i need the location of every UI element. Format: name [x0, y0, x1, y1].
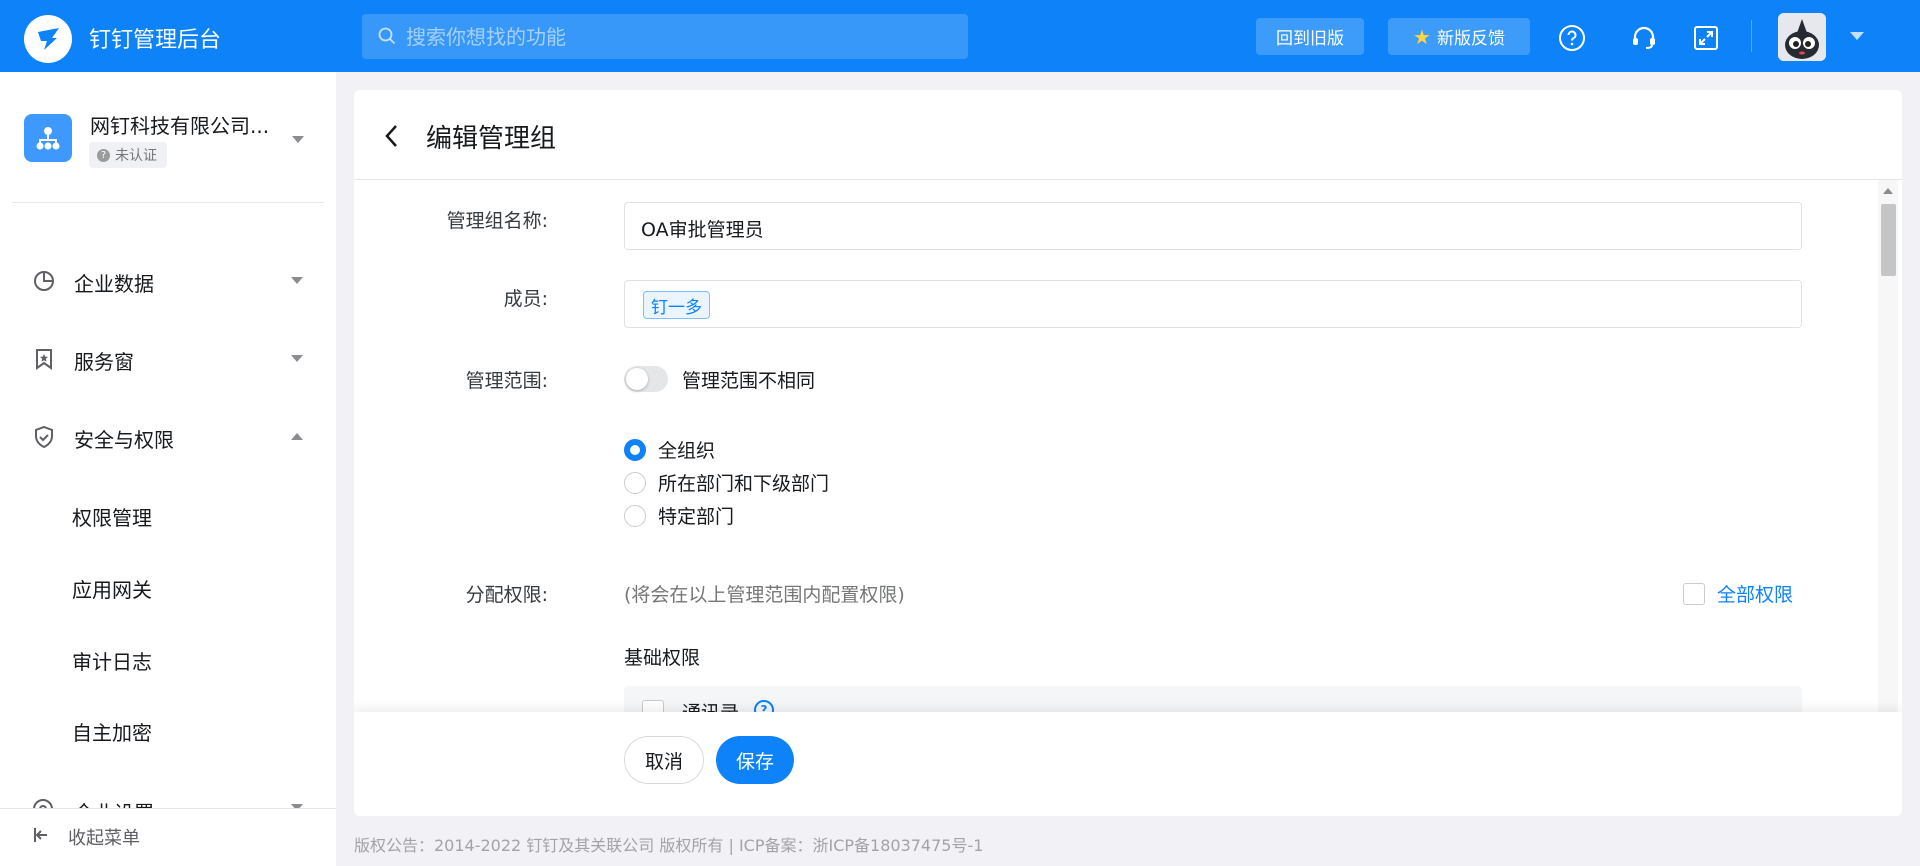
headset-icon[interactable] [1630, 24, 1658, 52]
radio-checked-icon[interactable] [624, 438, 646, 461]
save-button[interactable]: 保存 [716, 736, 794, 784]
org-name[interactable]: 网钉科技有限公司... [90, 110, 269, 139]
sidebar-subitem-permission[interactable]: 权限管理 [72, 502, 152, 531]
sidebar-item-label: 服务窗 [74, 350, 134, 374]
scope-option-own-dept[interactable]: 所在部门和下级部门 [624, 469, 829, 496]
org-status-label: 未认证 [115, 148, 157, 164]
sidebar-item-label: 安全与权限 [74, 428, 174, 452]
topbar-divider [1751, 20, 1752, 52]
sidebar-subitem-audit-log[interactable]: 审计日志 [72, 646, 152, 675]
sidebar-item-security[interactable]: 安全与权限 [0, 409, 336, 465]
toggle-knob [626, 368, 648, 390]
sidebar-subitem-encryption[interactable]: 自主加密 [72, 717, 152, 746]
org-status-badge: ? 未认证 [89, 142, 167, 168]
sidebar-item-label: 企业数据 [74, 272, 154, 296]
help-icon[interactable] [1558, 24, 1586, 52]
chevron-down-icon [291, 355, 303, 362]
chevron-up-icon [291, 433, 303, 440]
action-bar: 取消 保存 [354, 712, 1902, 816]
scope-option-all[interactable]: 全组织 [624, 436, 715, 463]
app-title: 钉钉管理后台 [89, 28, 222, 53]
sidebar-item-service-window[interactable]: 服务窗 [0, 331, 336, 387]
bookmark-star-icon [32, 347, 56, 371]
scope-toggle-label: 管理范围不相同 [682, 370, 816, 392]
back-to-old-version-button[interactable]: 回到旧版 [1256, 18, 1364, 55]
sidebar-subitem-app-gateway[interactable]: 应用网关 [72, 574, 152, 603]
cancel-button[interactable]: 取消 [624, 736, 704, 784]
member-tag[interactable]: 钉一多 [643, 291, 710, 319]
chevron-down-icon [291, 277, 303, 284]
scope-option-label: 特定部门 [658, 506, 735, 528]
edit-group-card: 编辑管理组 管理组名称: OA审批管理员 成员: 钉一多 管理范围: 管理范围不… [354, 90, 1902, 816]
scope-option-label: 全组织 [658, 440, 716, 462]
group-name-label: 管理组名称: [446, 210, 548, 232]
scope-toggle[interactable] [624, 366, 668, 392]
permissions-hint: (将会在以上管理范围内配置权限) [624, 584, 905, 606]
checkbox-icon[interactable] [1683, 582, 1705, 605]
collapse-menu-button[interactable]: 收起菜单 [32, 824, 140, 850]
group-name-value: OA审批管理员 [641, 219, 764, 241]
scroll-up-arrow-icon[interactable] [1883, 188, 1893, 194]
feedback-label: 新版反馈 [1436, 29, 1505, 49]
settings-icon [32, 798, 54, 808]
members-label: 成员: [503, 288, 548, 310]
top-bar: 钉钉管理后台 回到旧版 ★ 新版反馈 [0, 0, 1920, 72]
org-switch-chevron-icon[interactable] [292, 136, 304, 143]
sidebar-divider [12, 202, 324, 203]
all-permissions-label: 全部权限 [1717, 584, 1794, 606]
search-bar[interactable] [362, 14, 968, 59]
scope-option-label: 所在部门和下级部门 [658, 473, 830, 495]
fullscreen-icon[interactable] [1692, 24, 1720, 52]
collapse-label: 收起菜单 [68, 828, 140, 849]
all-permissions-checkbox[interactable]: 全部权限 [1683, 580, 1793, 607]
group-name-field[interactable]: OA审批管理员 [624, 202, 1802, 250]
dingtalk-logo-icon[interactable] [24, 15, 72, 63]
scope-label: 管理范围: [465, 370, 548, 392]
members-field[interactable]: 钉一多 [624, 280, 1802, 328]
sidebar: 网钉科技有限公司... ? 未认证 企业数据 服务窗 安全与权限 权限管理 应用… [0, 72, 336, 866]
collapse-icon [32, 826, 50, 849]
org-structure-icon [24, 114, 72, 162]
pie-chart-icon [32, 269, 56, 293]
radio-icon[interactable] [624, 471, 646, 494]
shield-check-icon [32, 425, 56, 449]
scope-option-specific-dept[interactable]: 特定部门 [624, 502, 734, 529]
card-header: 编辑管理组 [354, 90, 1902, 180]
sidebar-bottom-divider [0, 808, 336, 809]
search-input[interactable] [406, 14, 946, 59]
page-title: 编辑管理组 [426, 124, 557, 154]
star-icon: ★ [1413, 24, 1431, 49]
avatar[interactable] [1778, 13, 1826, 61]
search-icon [378, 27, 396, 49]
sidebar-item-label: 企业设置 [74, 797, 154, 808]
sidebar-item-enterprise-settings[interactable]: 企业设置 [0, 790, 336, 808]
copyright-notice: 版权公告：2014-2022 钉钉及其关联公司 版权所有 | ICP备案：浙IC… [354, 836, 984, 855]
sidebar-item-enterprise-data[interactable]: 企业数据 [0, 253, 336, 309]
feedback-button[interactable]: ★ 新版反馈 [1388, 18, 1530, 55]
permissions-label: 分配权限: [465, 584, 548, 606]
back-arrow-icon[interactable] [384, 124, 400, 152]
scrollbar-thumb[interactable] [1881, 204, 1896, 276]
question-icon: ? [97, 148, 110, 162]
radio-icon[interactable] [624, 504, 646, 527]
basic-permissions-title: 基础权限 [624, 647, 701, 669]
chevron-down-icon[interactable] [1850, 32, 1864, 40]
